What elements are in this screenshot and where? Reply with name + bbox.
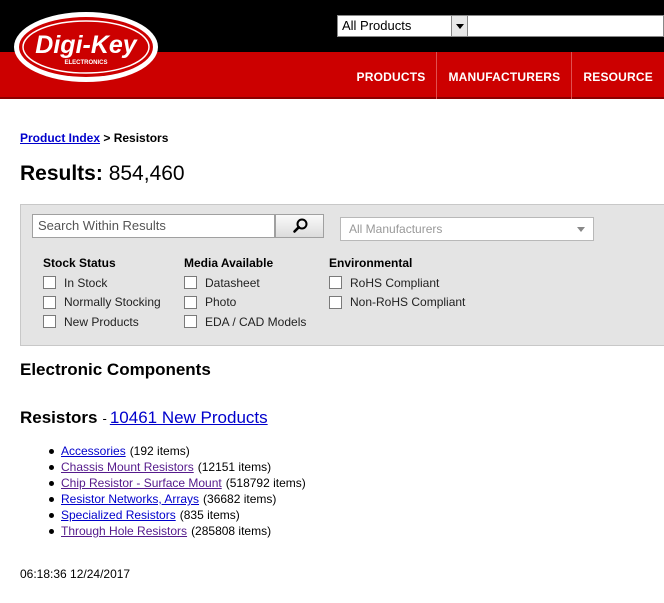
bullet-icon <box>49 512 54 518</box>
environmental-title: Environmental <box>329 256 413 270</box>
list-item: Accessories (192 items) <box>49 443 306 459</box>
checkbox[interactable] <box>184 295 197 309</box>
filter-panel: Search Within Results All Manufacturers … <box>20 204 664 346</box>
checkbox[interactable] <box>329 295 342 309</box>
breadcrumb-separator: > <box>100 131 114 145</box>
digikey-logo[interactable]: Digi-Key ELECTRONICS <box>13 11 159 83</box>
list-item: Resistor Networks, Arrays (36682 items) <box>49 491 306 507</box>
checkbox[interactable] <box>43 295 56 309</box>
category-link-chassis-mount[interactable]: Chassis Mount Resistors <box>61 459 194 475</box>
media-available-title: Media Available <box>184 256 274 270</box>
checkbox-label: In Stock <box>64 275 108 290</box>
category-heading: Resistors -10461 New Products <box>20 408 268 428</box>
logo-subtext: ELECTRONICS <box>64 60 107 66</box>
category-title: Resistors <box>20 408 98 427</box>
list-item: Chip Resistor - Surface Mount (518792 ite… <box>49 475 306 491</box>
media-available-group: Media Available Datasheet Photo EDA / CA… <box>184 256 306 332</box>
list-item: Through Hole Resistors (285808 items) <box>49 523 306 539</box>
checkbox[interactable] <box>329 276 342 290</box>
search-icon <box>293 218 308 233</box>
filter-eda-cad-models[interactable]: EDA / CAD Models <box>184 312 306 332</box>
checkbox[interactable] <box>43 315 56 329</box>
filter-normally-stocking[interactable]: Normally Stocking <box>43 293 161 313</box>
timestamp: 06:18:36 12/24/2017 <box>20 567 131 581</box>
chevron-down-icon <box>577 227 585 232</box>
item-count: (835 items) <box>179 508 240 522</box>
item-count: (192 items) <box>129 444 190 458</box>
category-link-through-hole[interactable]: Through Hole Resistors <box>61 523 187 539</box>
bullet-icon <box>49 480 54 486</box>
checkbox-label: Normally Stocking <box>64 295 161 310</box>
nav-products[interactable]: PRODUCTS <box>346 52 437 99</box>
checkbox-label: Datasheet <box>205 275 260 290</box>
bullet-icon <box>49 448 54 454</box>
breadcrumb-product-index-link[interactable]: Product Index <box>20 131 100 145</box>
nav-manufacturers[interactable]: MANUFACTURERS <box>436 52 571 99</box>
category-separator: - <box>102 411 107 426</box>
checkbox[interactable] <box>184 276 197 290</box>
category-list: Accessories (192 items) Chassis Mount Res… <box>49 443 306 539</box>
category-link-specialized[interactable]: Specialized Resistors <box>61 507 176 523</box>
results-heading: Results: 854,460 <box>20 162 185 186</box>
environmental-group: Environmental RoHS Compliant Non-RoHS Co… <box>329 256 465 312</box>
filter-photo[interactable]: Photo <box>184 293 306 313</box>
manufacturers-placeholder: All Manufacturers <box>349 222 443 236</box>
search-input[interactable] <box>468 15 664 37</box>
item-count: (12151 items) <box>197 460 272 474</box>
checkbox-label: Non-RoHS Compliant <box>350 295 466 310</box>
item-count: (36682 items) <box>203 492 277 506</box>
search-within-button[interactable] <box>275 214 324 238</box>
category-link-chip-resistor[interactable]: Chip Resistor - Surface Mount <box>61 475 222 491</box>
stock-status-group: Stock Status In Stock Normally Stocking … <box>43 256 161 332</box>
item-count: (518792 items) <box>225 476 306 490</box>
checkbox[interactable] <box>43 276 56 290</box>
filter-datasheet[interactable]: Datasheet <box>184 273 306 293</box>
chevron-down-icon[interactable] <box>451 16 467 36</box>
checkbox-label: EDA / CAD Models <box>205 314 307 329</box>
new-products-link[interactable]: 10461 New Products <box>110 408 268 427</box>
category-link-resistor-networks[interactable]: Resistor Networks, Arrays <box>61 491 199 507</box>
search-within-input[interactable]: Search Within Results <box>32 214 275 238</box>
checkbox-label: Photo <box>205 295 237 310</box>
filter-new-products[interactable]: New Products <box>43 312 161 332</box>
list-item: Chassis Mount Resistors (12151 items) <box>49 459 306 475</box>
filter-rohs-compliant[interactable]: RoHS Compliant <box>329 273 465 293</box>
results-count: 854,460 <box>108 162 185 185</box>
list-item: Specialized Resistors (835 items) <box>49 507 306 523</box>
search-scope-value: All Products <box>342 18 412 33</box>
results-label: Results: <box>20 162 103 185</box>
checkbox[interactable] <box>184 315 197 329</box>
logo-text: Digi-Key <box>35 31 138 59</box>
bullet-icon <box>49 528 54 534</box>
checkbox-label: New Products <box>64 314 139 329</box>
breadcrumb: Product Index > Resistors <box>20 131 168 145</box>
search-scope-select[interactable]: All Products <box>337 15 468 37</box>
bullet-icon <box>49 496 54 502</box>
stock-status-title: Stock Status <box>43 256 116 270</box>
bullet-icon <box>49 464 54 470</box>
filter-in-stock[interactable]: In Stock <box>43 273 161 293</box>
category-link-accessories[interactable]: Accessories <box>61 443 126 459</box>
main-nav: PRODUCTS MANUFACTURERS RESOURCE <box>346 52 664 99</box>
section-title: Electronic Components <box>20 360 211 379</box>
item-count: (285808 items) <box>191 524 272 538</box>
breadcrumb-current: Resistors <box>113 131 169 145</box>
manufacturers-select[interactable]: All Manufacturers <box>340 217 594 241</box>
nav-resource[interactable]: RESOURCE <box>571 52 664 99</box>
filter-non-rohs-compliant[interactable]: Non-RoHS Compliant <box>329 293 465 313</box>
checkbox-label: RoHS Compliant <box>350 275 440 290</box>
